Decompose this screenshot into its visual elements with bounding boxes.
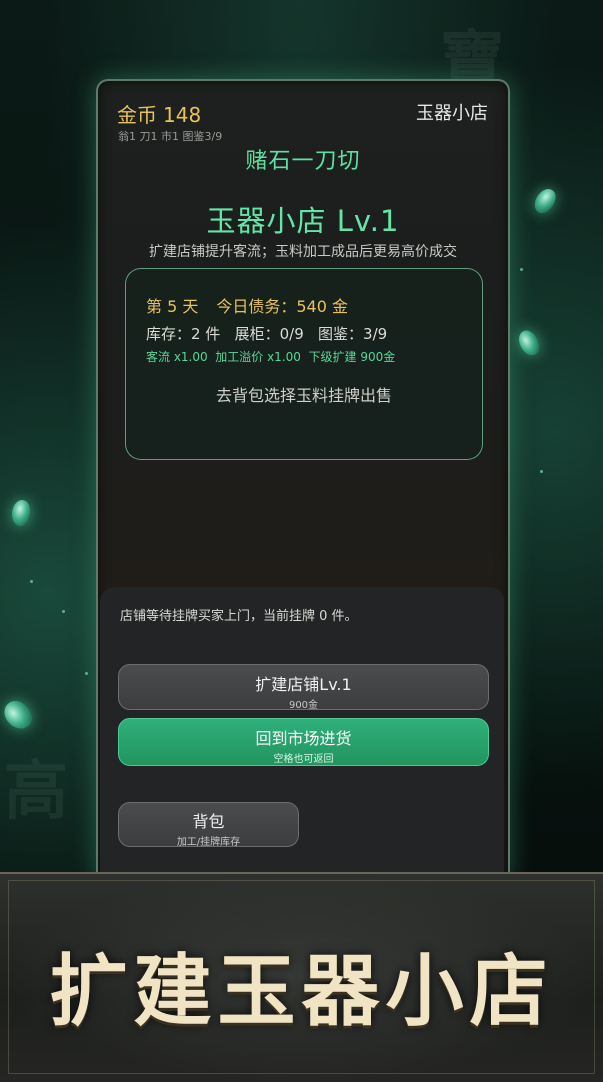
expand-shop-button[interactable]: 扩建店铺Lv.1 900金 <box>118 664 489 711</box>
shop-description: 扩建店铺提升客流；玉料加工成品后更易高价成交 <box>149 244 457 260</box>
expand-shop-cost: 900金 <box>288 700 319 711</box>
bag-button[interactable]: 背包 加工/挂牌库存 <box>118 802 299 848</box>
return-market-button[interactable]: 回到市场进货 空格也可返回 <box>118 718 489 766</box>
return-market-label: 回到市场进货 <box>255 729 352 748</box>
particle <box>85 672 88 675</box>
promo-banner: 扩建玉器小店 <box>0 872 603 1082</box>
gold-value: 148 <box>163 103 202 127</box>
sell-hint: 去背包选择玉料挂牌出售 <box>215 386 392 405</box>
shop-name: 玉器小店 <box>416 103 488 124</box>
stock-line: 库存：2 件 展柜：0/9 图鉴：3/9 <box>146 325 388 343</box>
particle <box>540 470 543 473</box>
day-debt-line: 第 5 天今日债务：540 金 <box>146 293 348 317</box>
particle <box>62 610 65 613</box>
bag-sub-label: 加工/挂牌库存 <box>176 837 241 848</box>
day-label: 第 5 天 <box>146 297 199 316</box>
panel-message: 店铺等待挂牌买家上门，当前挂牌 0 件。 <box>120 609 358 624</box>
bag-label: 背包 <box>192 812 225 831</box>
debt-label: 今日债务：540 金 <box>216 297 348 316</box>
particle <box>30 580 33 583</box>
background-seal-left: 高 <box>4 754 68 829</box>
shop-info-box: 第 5 天今日债务：540 金 库存：2 件 展柜：0/9 图鉴：3/9 客流 … <box>125 268 483 460</box>
gold-label: 金币 <box>117 103 157 127</box>
banner-title: 扩建玉器小店 <box>49 946 554 1037</box>
game-title: 赌石一刀切 <box>245 149 361 174</box>
sub-stats: 翁1 刀1 市1 图鉴3/9 <box>118 130 223 143</box>
particle <box>520 268 523 271</box>
rates-line: 客流 x1.00 加工溢价 x1.00 下级扩建 900金 <box>146 350 396 364</box>
shop-level-title: 玉器小店 Lv.1 <box>206 204 400 238</box>
action-panel: 店铺等待挂牌买家上门，当前挂牌 0 件。 扩建店铺Lv.1 900金 回到市场进… <box>100 587 504 881</box>
return-market-hint: 空格也可返回 <box>273 754 334 765</box>
gold-counter: 金币 148 <box>117 99 201 128</box>
game-screen: 金币 148 翁1 刀1 市1 图鉴3/9 玉器小店 赌石一刀切 玉器小店 Lv.… <box>96 79 510 883</box>
expand-shop-label: 扩建店铺Lv.1 <box>255 675 352 694</box>
